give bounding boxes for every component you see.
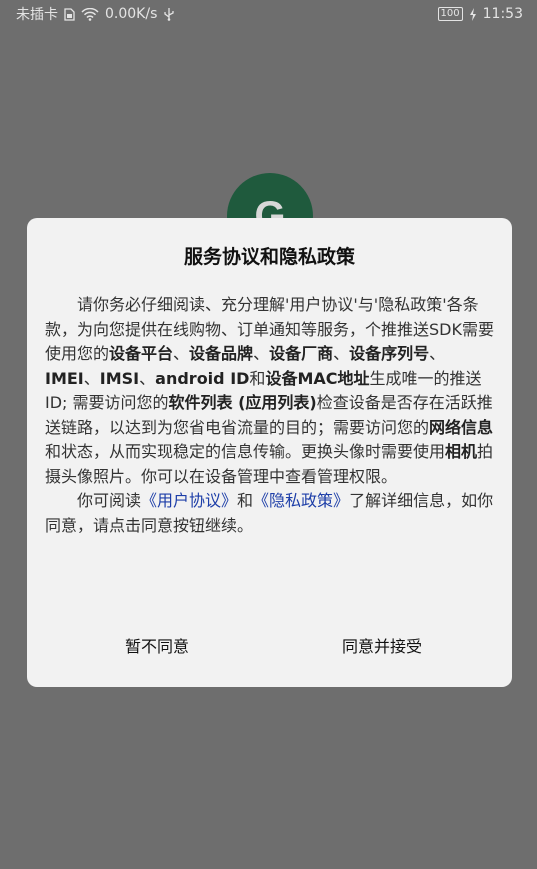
body-bold: 网络信息 [429,417,494,437]
status-bar-right: 100 11:53 [437,6,523,22]
body-text: 、 [253,344,270,363]
wifi-icon [81,7,99,21]
body-bold: IMSI [99,368,140,388]
body-text: 、 [139,368,156,388]
body-bold: IMEI [45,368,84,388]
body-bold: 设备厂商 [269,344,334,363]
reject-button[interactable]: 暂不同意 [107,628,207,662]
accept-button[interactable]: 同意并接受 [317,628,447,662]
clock-time: 11:53 [482,6,523,22]
body-text: 、 [173,344,190,363]
body-bold: 设备品牌 [189,344,254,363]
body-text: 、 [429,344,446,363]
carrier-text: 未插卡 [16,7,58,23]
privacy-dialog: 服务协议和隐私政策 请你务必仔细阅读、充分理解'用户协议'与'隐私政策'各条款，… [27,218,512,687]
user-agreement-link[interactable]: 《用户协议》 [141,491,237,510]
body-text: 、 [83,368,100,388]
body-bold: 设备序列号 [349,344,430,363]
charging-icon [469,7,477,21]
body-text: 、 [333,344,350,363]
body-bold: 设备平台 [109,344,174,363]
dialog-body: 请你务必仔细阅读、充分理解'用户协议'与'隐私政策'各条款，为向您提供在线购物、… [45,293,497,538]
body-text: 和 [237,491,254,510]
battery-icon: 100 [437,7,463,21]
body-bold: 设备MAC地址 [265,368,370,388]
dialog-paragraph-permissions: 请你务必仔细阅读、充分理解'用户协议'与'隐私政策'各条款，为向您提供在线购物、… [45,293,497,489]
dialog-title: 服务协议和隐私政策 [183,246,355,268]
body-bold: android ID [155,368,250,388]
battery-level: 100 [440,8,460,19]
sim-icon [64,7,75,21]
body-bold: 软件列表 (应用列表) [168,393,317,412]
body-text: 和 [249,368,266,388]
body-bold: 相机 [445,442,478,461]
privacy-policy-link[interactable]: 《隐私政策》 [253,491,349,510]
status-bar: 未插卡 0.00K/s 100 11:53 [0,0,537,28]
body-text: 你可阅读 [77,491,142,510]
dialog-paragraph-links: 你可阅读《用户协议》和《隐私政策》了解详细信息，如你同意，请点击同意按钮继续。 [45,489,497,538]
body-text: 和状态，从而实现稳定的信息传输。更换头像时需要使用 [45,442,446,461]
usb-icon [163,7,175,21]
status-bar-left: 未插卡 0.00K/s [16,4,175,24]
network-speed: 0.00K/s [105,6,158,22]
